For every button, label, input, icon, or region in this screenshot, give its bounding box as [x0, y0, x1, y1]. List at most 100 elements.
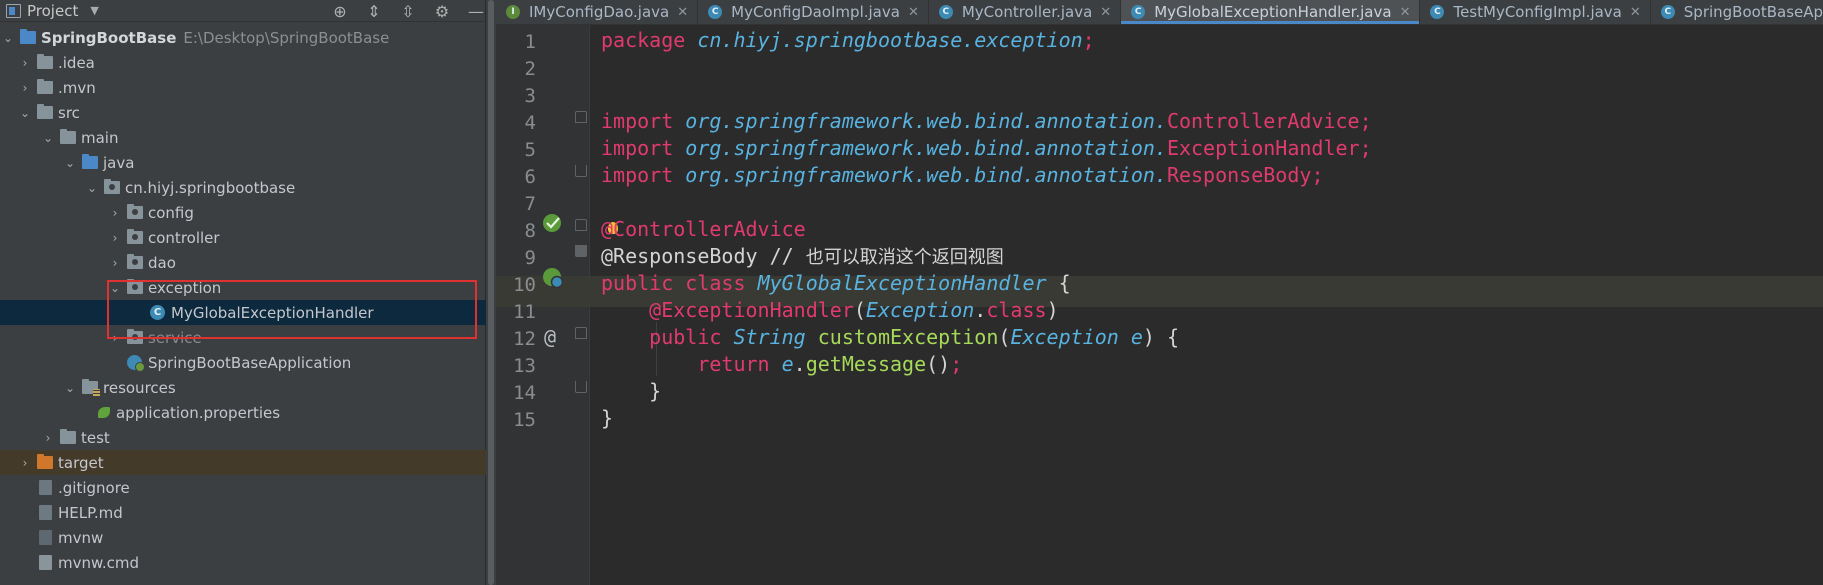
spring-boot-class-icon — [127, 355, 145, 372]
chevron-right-icon[interactable]: › — [107, 256, 123, 270]
tree-item-springbootbaseapplication[interactable]: SpringBootBaseApplication — [0, 350, 486, 375]
chevron-right-icon[interactable]: › — [17, 81, 33, 95]
token-class-name: MyGlobalExceptionHandler — [757, 271, 1047, 295]
token-class: ResponseBody — [1166, 163, 1312, 187]
chevron-right-icon[interactable]: › — [107, 231, 123, 245]
tab-mycontroller[interactable]: C MyController.java ✕ — [929, 0, 1122, 24]
request-mapping-icon[interactable]: @ — [544, 325, 556, 349]
tab-label: IMyConfigDao.java — [529, 3, 670, 21]
tree-item-idea[interactable]: › .idea — [0, 50, 486, 75]
chevron-right-icon[interactable]: › — [17, 56, 33, 70]
code-line-15[interactable]: } — [601, 403, 613, 434]
gutter-divider — [589, 25, 590, 585]
chevron-down-icon[interactable]: ⌄ — [107, 281, 123, 295]
line-number: 15 — [513, 409, 536, 431]
tree-item-exception[interactable]: ⌄ exception — [0, 275, 486, 300]
collapse-all-icon[interactable]: ⇳ — [398, 1, 418, 21]
tree-item-mvnw-cmd[interactable]: mvnw.cmd — [0, 550, 486, 575]
token-package: cn.hiyj.springbootbase.exception — [697, 28, 1083, 52]
code-editor[interactable]: 1 2 3 4 5 6 7 8 9 10 11 12 13 14 15 @ pa… — [496, 25, 1823, 585]
chevron-down-icon[interactable]: ⌄ — [0, 31, 16, 45]
chevron-down-icon[interactable]: ⌄ — [17, 106, 33, 120]
close-icon[interactable]: ✕ — [677, 5, 688, 20]
tree-item-label: SpringBootBaseApplication — [148, 353, 352, 372]
fold-marker-icon[interactable] — [575, 111, 587, 123]
tree-item-mvnw[interactable]: mvnw — [0, 525, 486, 550]
tree-item-src[interactable]: ⌄ src — [0, 100, 486, 125]
chevron-down-icon[interactable]: ⌄ — [84, 181, 100, 195]
tab-label: MyConfigDaoImpl.java — [731, 3, 900, 21]
chevron-down-icon[interactable]: ⌄ — [40, 131, 56, 145]
tree-item-gitignore[interactable]: .gitignore — [0, 475, 486, 500]
tree-item-dao[interactable]: › dao — [0, 250, 486, 275]
tree-item-config[interactable]: › config — [0, 200, 486, 225]
minimize-icon[interactable]: — — [466, 1, 486, 21]
tree-item-myglobalexceptionhandler[interactable]: C MyGlobalExceptionHandler — [0, 300, 486, 325]
chevron-right-icon[interactable]: › — [107, 206, 123, 220]
token-annotation: ControllerAdvice — [613, 217, 806, 241]
spring-bean-class-icon[interactable] — [541, 265, 565, 289]
scrollbar-thumb[interactable] — [488, 0, 494, 585]
fold-marker-icon[interactable] — [575, 327, 587, 339]
tree-item-service[interactable]: › service — [0, 325, 486, 350]
project-icon — [6, 3, 21, 18]
close-icon[interactable]: ✕ — [908, 5, 919, 20]
tree-item-mvn[interactable]: › .mvn — [0, 75, 486, 100]
chevron-right-icon[interactable]: › — [107, 331, 123, 345]
class-icon: C — [1131, 5, 1146, 19]
tree-item-java[interactable]: ⌄ java — [0, 150, 486, 175]
spring-bean-icon[interactable] — [541, 211, 565, 235]
token-brace: } — [649, 379, 662, 403]
markdown-file-icon — [39, 505, 52, 520]
project-panel-scrollbar[interactable] — [486, 0, 496, 585]
package-icon — [104, 179, 120, 194]
project-panel-title[interactable]: Project — [27, 2, 78, 20]
chevron-down-icon[interactable]: ⌄ — [62, 156, 78, 170]
tab-myglobalexceptionhandler[interactable]: C MyGlobalExceptionHandler.java ✕ — [1121, 0, 1421, 24]
tree-item-main[interactable]: ⌄ main — [0, 125, 486, 150]
chevron-right-icon[interactable]: › — [17, 456, 33, 470]
token-paren: ( — [853, 298, 866, 322]
tree-item-controller[interactable]: › controller — [0, 225, 486, 250]
tree-item-help-md[interactable]: HELP.md — [0, 500, 486, 525]
fold-marker-icon[interactable] — [575, 165, 587, 177]
spring-class-icon: C — [1660, 5, 1675, 19]
close-icon[interactable]: ✕ — [1100, 5, 1111, 20]
close-icon[interactable]: ✕ — [1630, 5, 1641, 20]
code-line-6[interactable]: import org.springframework.web.bind.anno… — [601, 160, 1323, 191]
expand-all-icon[interactable]: ⇕ — [364, 1, 384, 21]
tab-testmyconfigimpl[interactable]: C TestMyConfigImpl.java ✕ — [1420, 0, 1651, 24]
fold-marker-icon[interactable] — [575, 245, 587, 257]
tree-item-package[interactable]: ⌄ cn.hiyj.springbootbase — [0, 175, 486, 200]
tree-item-test[interactable]: › test — [0, 425, 486, 450]
token-type: Exception — [1010, 325, 1119, 349]
fold-marker-icon[interactable] — [575, 219, 587, 231]
chevron-down-icon[interactable]: ⌄ — [62, 381, 78, 395]
close-icon[interactable]: ✕ — [1400, 5, 1411, 20]
tab-springbootbaseapp[interactable]: C SpringBootBaseApp — [1651, 0, 1823, 24]
code-line-1[interactable]: package cn.hiyj.springbootbase.exception… — [601, 25, 1095, 56]
tree-item-label: exception — [148, 278, 222, 297]
token-brace: { — [1058, 271, 1071, 295]
class-icon: C — [708, 5, 723, 19]
tab-label: TestMyConfigImpl.java — [1453, 3, 1622, 21]
tree-item-target[interactable]: › target — [0, 450, 486, 475]
token-comment: // — [769, 244, 794, 268]
chevron-right-icon[interactable]: › — [40, 431, 56, 445]
tree-item-resources[interactable]: ⌄ resources — [0, 375, 486, 400]
tree-item-application-properties[interactable]: application.properties — [0, 400, 486, 425]
folder-icon — [37, 54, 53, 69]
tree-item-label: test — [81, 428, 110, 447]
tree-item-label: HELP.md — [58, 503, 123, 522]
tab-myconfigdaoimpl[interactable]: C MyConfigDaoImpl.java ✕ — [698, 0, 929, 24]
fold-marker-icon[interactable] — [575, 381, 587, 393]
tree-item-root[interactable]: ⌄ SpringBootBase E:\Desktop\SpringBootBa… — [0, 25, 486, 50]
token-semicolon: ; — [950, 352, 963, 376]
chevron-down-icon[interactable]: ▼ — [90, 4, 98, 17]
locate-file-icon[interactable]: ⊕ — [330, 1, 350, 21]
editor-tab-bar: I IMyConfigDao.java ✕ C MyConfigDaoImpl.… — [496, 0, 1823, 25]
gear-icon[interactable]: ⚙ — [432, 1, 452, 21]
token-paren: ) — [1142, 325, 1155, 349]
tree-item-label: src — [58, 103, 80, 122]
tab-imyconfigdao[interactable]: I IMyConfigDao.java ✕ — [496, 0, 699, 24]
